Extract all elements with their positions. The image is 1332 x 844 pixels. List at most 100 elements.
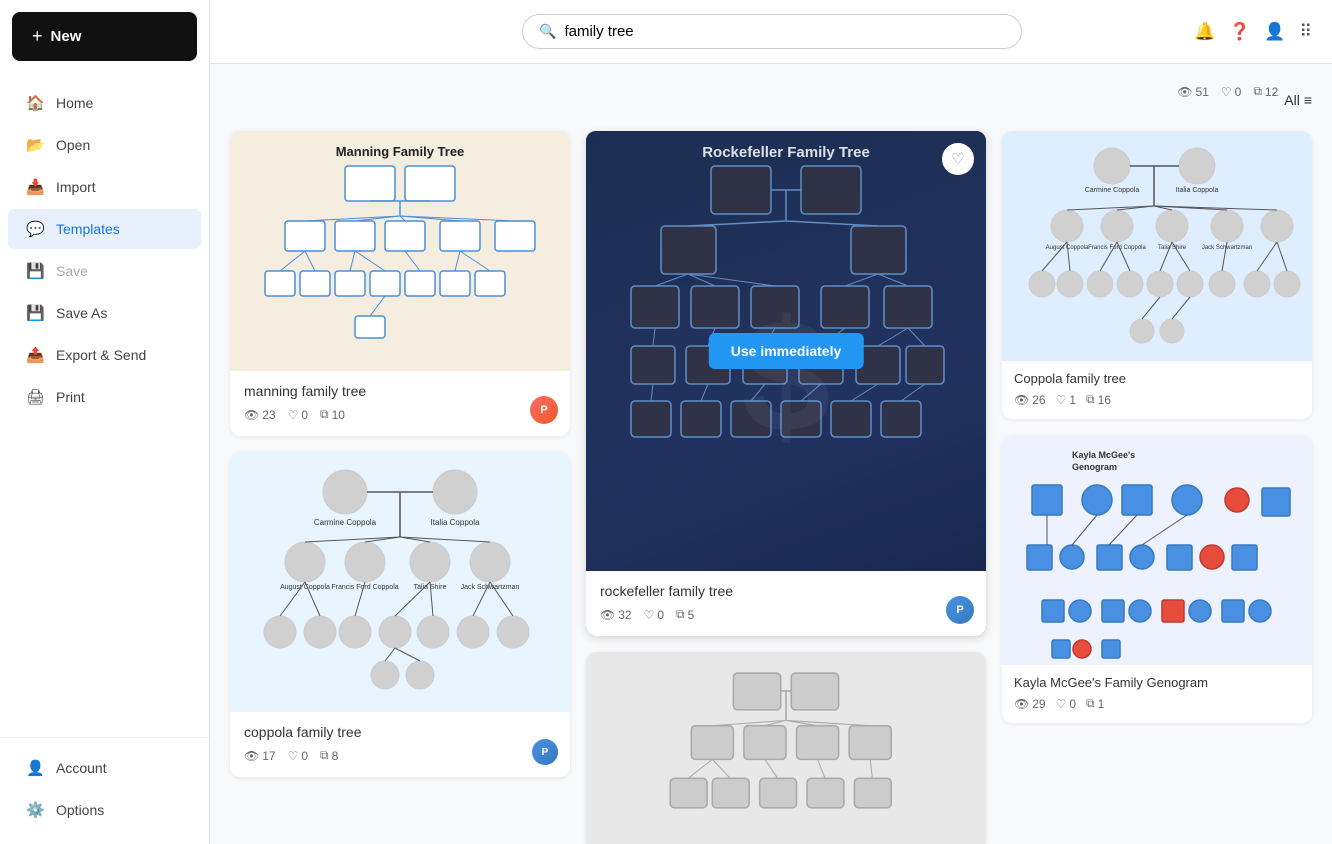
manning-avatar-badge: P	[530, 396, 558, 424]
saveas-icon: 💾	[26, 304, 44, 322]
sidebar-item-options-label: Options	[56, 802, 104, 818]
new-button[interactable]: + New	[12, 12, 197, 61]
topbar: 🔍 🔔 ❓ 👤 ⠿	[210, 0, 1332, 64]
use-immediately-btn[interactable]: Use immediately	[709, 333, 864, 369]
import-icon: 📥	[26, 178, 44, 196]
sidebar-item-home[interactable]: 🏠 Home	[8, 83, 201, 123]
filter-button[interactable]: All ≡	[1284, 92, 1312, 108]
options-icon: ⚙️	[26, 801, 44, 819]
coppola-right-card-stats: 👁 26 ♡ 1 ⧉ 16	[1014, 392, 1300, 407]
eye-icon: 👁	[1014, 697, 1029, 711]
sidebar-item-open[interactable]: 📂 Open	[8, 125, 201, 165]
account-icon: 👤	[26, 759, 44, 777]
bottom-middle-card[interactable]	[586, 652, 986, 844]
mcgee-card[interactable]: Kayla McGee's Genogram	[1002, 435, 1312, 723]
top-likes-count: 0	[1235, 85, 1242, 99]
manning-card-title: manning family tree	[244, 383, 556, 399]
copy-icon: ⧉	[1253, 84, 1262, 99]
manning-copies: ⧉ 10	[320, 407, 345, 422]
apps-icon[interactable]: ⠿	[1300, 22, 1312, 42]
svg-text:Manning Family Tree: Manning Family Tree	[336, 144, 465, 159]
genogram-svg: Kayla McGee's Genogram	[1012, 440, 1302, 660]
coppola-left-views-count: 17	[262, 749, 275, 763]
sidebar-item-print[interactable]: 🖨 Print	[8, 377, 201, 417]
sidebar-item-options[interactable]: ⚙️ Options	[8, 790, 201, 830]
sidebar-item-save-label: Save	[56, 263, 88, 279]
save-icon: 💾	[26, 262, 44, 280]
filter-label: All	[1284, 92, 1300, 108]
rockefeller-card-stats: 👁 32 ♡ 0 ⧉ 5	[600, 607, 972, 622]
coppola-right-copies-count: 16	[1098, 393, 1111, 407]
content-area: 👁 51 ♡ 0 ⧉ 12 All ≡	[210, 64, 1332, 844]
manning-card[interactable]: Manning Family Tree	[230, 131, 570, 436]
rockefeller-likes: ♡ 0	[644, 608, 664, 622]
coppola-left-card-stats: 👁 17 ♡ 0 ⧉ 8	[244, 748, 556, 763]
eye-icon: 👁	[244, 749, 259, 763]
home-icon: 🏠	[26, 94, 44, 112]
coppola-right-card-info: Coppola family tree 👁 26 ♡ 1 ⧉	[1002, 361, 1312, 419]
manning-card-image: Manning Family Tree	[230, 131, 570, 371]
plus-icon: +	[32, 26, 43, 47]
rockefeller-copies-count: 5	[688, 608, 695, 622]
search-icon: 🔍	[539, 23, 556, 40]
print-icon: 🖨	[26, 388, 44, 406]
sidebar-item-saveas[interactable]: 💾 Save As	[8, 293, 201, 333]
coppola-left-likes-count: 0	[301, 749, 308, 763]
main-area: 🔍 🔔 ❓ 👤 ⠿ 👁 51 ♡ 0 ⧉	[210, 0, 1332, 844]
sidebar-item-home-label: Home	[56, 95, 93, 111]
heart-icon: ♡	[1056, 697, 1067, 711]
rockefeller-card[interactable]: ♡ Rockefeller Family Tree	[586, 131, 986, 636]
search-input[interactable]	[564, 23, 1005, 40]
help-icon[interactable]: ❓	[1229, 22, 1250, 42]
mcgee-copies-count: 1	[1098, 697, 1105, 711]
sidebar-item-account[interactable]: 👤 Account	[8, 748, 201, 788]
copy-icon: ⧉	[320, 407, 329, 422]
right-column: Carmine Coppola Italia Coppola August Co…	[1002, 131, 1312, 844]
mcgee-likes-count: 0	[1069, 697, 1076, 711]
svg-text:Carmine Coppola: Carmine Coppola	[1085, 187, 1140, 194]
manning-tree-svg: Manning Family Tree	[245, 136, 555, 366]
coppola-right-card[interactable]: Carmine Coppola Italia Coppola August Co…	[1002, 131, 1312, 419]
coppola-right-likes: ♡ 1	[1056, 393, 1076, 407]
coppola-left-likes: ♡ 0	[288, 749, 308, 763]
coppola-left-card[interactable]: Carmine Coppola Italia Coppola August Co…	[230, 452, 570, 777]
sidebar-item-open-label: Open	[56, 137, 90, 153]
mcgee-card-info: Kayla McGee's Family Genogram 👁 29 ♡ 0	[1002, 665, 1312, 723]
heart-icon: ♡	[288, 749, 299, 763]
coppola-right-card-title: Coppola family tree	[1014, 371, 1300, 386]
heart-icon: ♡	[1221, 85, 1232, 99]
manning-views: 👁 23	[244, 408, 276, 422]
left-column: Manning Family Tree	[230, 131, 570, 844]
rockefeller-views-count: 32	[618, 608, 631, 622]
sidebar-item-templates[interactable]: 💬 Templates	[8, 209, 201, 249]
svg-text:Rockefeller Family Tree: Rockefeller Family Tree	[702, 144, 870, 161]
sidebar-item-export[interactable]: 📤 Export & Send	[8, 335, 201, 375]
sidebar-item-print-label: Print	[56, 389, 85, 405]
sidebar-item-import[interactable]: 📥 Import	[8, 167, 201, 207]
coppola-left-avatar-badge: P	[532, 739, 558, 765]
manning-likes-count: 0	[301, 408, 308, 422]
svg-text:Francis Ford Coppola: Francis Ford Coppola	[1088, 245, 1146, 251]
copy-icon: ⧉	[320, 748, 329, 763]
mcgee-views: 👁 29	[1014, 697, 1046, 711]
search-bar[interactable]: 🔍	[522, 14, 1022, 49]
top-views-count: 51	[1196, 85, 1209, 99]
coppola-left-tree-svg: Carmine Coppola Italia Coppola August Co…	[245, 457, 555, 707]
user-icon[interactable]: 👤	[1264, 22, 1285, 42]
coppola-right-copies: ⧉ 16	[1086, 392, 1111, 407]
notification-icon[interactable]: 🔔	[1194, 22, 1215, 42]
bottom-tree-svg	[586, 652, 986, 844]
top-stats: 👁 51 ♡ 0 ⧉ 12	[1177, 84, 1278, 99]
manning-copies-count: 10	[332, 408, 345, 422]
svg-text:Carmine Coppola: Carmine Coppola	[314, 518, 377, 527]
svg-text:$: $	[742, 286, 831, 465]
filter-row: 👁 51 ♡ 0 ⧉ 12 All ≡	[230, 84, 1312, 115]
manning-card-stats: 👁 23 ♡ 0 ⧉ 10	[244, 407, 556, 422]
svg-text:Francis Ford Coppola: Francis Ford Coppola	[331, 584, 398, 591]
new-label: New	[51, 28, 82, 45]
mcgee-card-stats: 👁 29 ♡ 0 ⧉ 1	[1014, 696, 1300, 711]
svg-text:Talia Shire: Talia Shire	[1158, 245, 1187, 251]
export-icon: 📤	[26, 346, 44, 364]
coppola-left-card-title: coppola family tree	[244, 724, 556, 740]
mcgee-card-title: Kayla McGee's Family Genogram	[1014, 675, 1300, 690]
